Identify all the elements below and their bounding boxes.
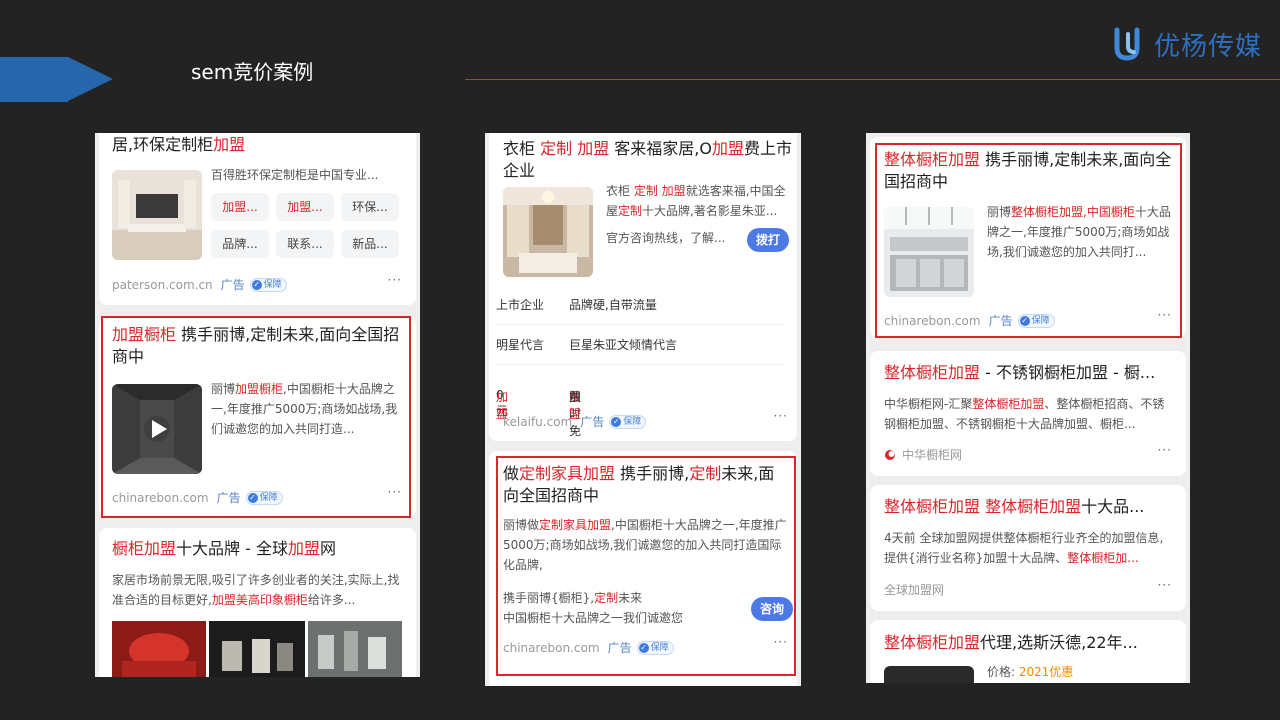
ad-description: 中华橱柜网-汇聚整体橱柜加盟、整体橱柜招商、不锈钢橱柜加盟、不锈钢橱柜十大品牌加… [884, 397, 1165, 431]
ad-image-strip[interactable] [112, 621, 402, 677]
sitelink-tag-4[interactable]: 品牌... [211, 230, 269, 258]
right-ad-card-1[interactable]: 整体橱柜加盟 携手丽博,定制未来,面向全国招商中 丽博整体橱柜加盟,中国橱柜十大… [870, 137, 1186, 337]
sitelink-tag-5[interactable]: 联系... [276, 230, 334, 258]
right-phone-screen[interactable]: 整体橱柜加盟 携手丽博,定制未来,面向全国招商中 丽博整体橱柜加盟,中国橱柜十大… [866, 133, 1190, 683]
left-phone-screen[interactable]: 居,环保定制柜加盟 百得胜环保定制柜是中国专业... 加盟... 加盟... 环… [95, 133, 420, 677]
middle-ad-card-2[interactable]: 做定制家具加盟 携手丽博,定制未来,面向全国招商中 丽博做定制家具加盟,中国橱柜… [489, 451, 797, 686]
sub-line-2: 中国橱柜十大品牌之一我们诚邀您 [503, 611, 684, 625]
more-options-icon[interactable]: ··· [774, 635, 788, 649]
ad-source[interactable]: kelaifu.com [503, 415, 572, 429]
feature-row-1[interactable]: 上市企业 品牌硬,自带流量 [496, 284, 785, 325]
right-ad-card-4[interactable]: 整体橱柜加盟代理,选斯沃德,22年... 价格: 2021优惠 [870, 620, 1186, 683]
brand-logo-icon [1114, 27, 1140, 61]
ad-description: 丽博做定制家具加盟,中国橱柜十大品牌之一,年度推广5000万;商场如战场,我们诚… [503, 518, 787, 572]
check-shield-icon: ✓ [638, 642, 649, 653]
ad-title[interactable]: 整体橱柜加盟 整体橱柜加盟十大品... [884, 496, 1174, 518]
ad-source[interactable]: chinarebon.com [112, 491, 209, 505]
left-ad-card-3[interactable]: 橱柜加盟十大品牌 - 全球加盟网 家居市场前景无限,吸引了许多创业者的关注,实际… [99, 528, 416, 677]
ad-title[interactable]: 整体橱柜加盟代理,选斯沃德,22年... [884, 632, 1174, 654]
ad-source-line: chinarebon.com 广告 ✓ 保障 [503, 639, 674, 656]
ad-source-line: paterson.com.cn 广告 ✓ 保障 [112, 276, 287, 293]
slide-title: sem竞价案例 [191, 60, 314, 84]
ad-source-line: chinarebon.com 广告 ✓ 保障 [112, 489, 283, 506]
check-shield-icon: ✓ [1019, 315, 1030, 326]
ad-thumbnail[interactable] [884, 666, 974, 683]
ad-description: 家居市场前景无限,吸引了许多创业者的关注,实际上,找准合适的目标更好,加盟美高印… [112, 573, 400, 607]
ad-title[interactable]: 做定制家具加盟 携手丽博,定制未来,面向全国招商中 [503, 463, 788, 507]
sub-line-1: 携手丽博{橱柜},定制未来 [503, 591, 643, 605]
more-options-icon[interactable]: ··· [388, 485, 402, 499]
right-ad-card-3[interactable]: 整体橱柜加盟 整体橱柜加盟十大品... 4天前 全球加盟网提供整体橱柜行业齐全的… [870, 485, 1186, 611]
guarantee-badge[interactable]: ✓ 保障 [609, 414, 647, 429]
check-shield-icon: ✓ [611, 416, 622, 427]
ad-label: 广告 [220, 278, 245, 292]
title-arrow-head [68, 57, 113, 101]
more-options-icon[interactable]: ··· [774, 409, 788, 423]
ad-title[interactable]: 加盟橱柜 携手丽博,定制未来,面向全国招商中 [112, 324, 402, 368]
ad-source-line: chinarebon.com 广告 ✓ 保障 [884, 312, 1055, 329]
ad-source[interactable]: 全球加盟网 [884, 581, 944, 598]
ad-label: 广告 [607, 641, 632, 655]
ad-description: 丽博整体橱柜加盟,中国橱柜十大品牌之一,年度推广5000万;商场如战场,我们诚邀… [987, 205, 1171, 259]
more-options-icon[interactable]: ··· [1158, 443, 1172, 457]
call-button[interactable]: 拨打 [747, 228, 789, 252]
title-divider [465, 79, 1280, 80]
ad-source[interactable]: chinarebon.com [884, 314, 981, 328]
ad-title[interactable]: 衣柜 定制 加盟 客来福家居,O加盟费上市企业 [503, 138, 793, 182]
check-shield-icon: ✓ [247, 492, 258, 503]
ad-source-line: 全球加盟网 [884, 581, 944, 598]
guarantee-badge[interactable]: ✓ 保障 [1017, 313, 1055, 328]
guarantee-badge[interactable]: ✓ 保障 [245, 490, 283, 505]
sitelink-tag-2[interactable]: 加盟... [276, 193, 334, 221]
right-ad-card-2[interactable]: 整体橱柜加盟 - 不锈钢橱柜加盟 - 橱... 中华橱柜网-汇聚整体橱柜加盟、整… [870, 351, 1186, 476]
ad-source-line: kelaifu.com 广告 ✓ 保障 [503, 413, 647, 430]
feature-row-3[interactable]: 0元加盟限时免除品牌加盟费 [496, 364, 785, 438]
ad-label: 广告 [580, 415, 605, 429]
more-options-icon[interactable]: ··· [1158, 308, 1172, 322]
ad-label: 广告 [216, 491, 241, 505]
brand-logo: 优杨传媒 [1112, 24, 1262, 64]
hotline-text: 官方咨询热线，了解... [606, 231, 726, 245]
ad-source[interactable]: chinarebon.com [503, 641, 600, 655]
feature-row-2[interactable]: 明星代言 巨星朱亚文倾情代言 [496, 324, 785, 365]
ad-description: 丽博加盟橱柜,中国橱柜十大品牌之一,年度推广5000万;商场如战场,我们诚邀您的… [211, 382, 398, 436]
ad-source[interactable]: 中华橱柜网 [902, 446, 962, 463]
brand-logo-text: 优杨传媒 [1154, 31, 1263, 62]
sitelink-tag-6[interactable]: 新品... [341, 230, 399, 258]
sitelink-tag-3[interactable]: 环保... [341, 193, 399, 221]
more-options-icon[interactable]: ··· [1158, 578, 1172, 592]
check-shield-icon: ✓ [251, 279, 262, 290]
ad-thumbnail[interactable] [112, 170, 202, 260]
title-arrow-bar [0, 57, 68, 102]
left-ad-card-1[interactable]: 居,环保定制柜加盟 百得胜环保定制柜是中国专业... 加盟... 加盟... 环… [99, 133, 416, 305]
ad-description: 百得胜环保定制柜是中国专业... [211, 168, 379, 182]
ad-source[interactable]: paterson.com.cn [112, 278, 213, 292]
price-line: 价格: 2021优惠 [987, 665, 1074, 679]
ad-title[interactable]: 整体橱柜加盟 - 不锈钢橱柜加盟 - 橱... [884, 362, 1174, 384]
guarantee-badge[interactable]: ✓ 保障 [636, 640, 674, 655]
ad-title[interactable]: 整体橱柜加盟 携手丽博,定制未来,面向全国招商中 [884, 149, 1174, 193]
ad-description: 4天前 全球加盟网提供整体橱柜行业齐全的加盟信息,提供{消行业名称}加盟十大品牌… [884, 531, 1164, 565]
ad-source-line: 中华橱柜网 [884, 446, 962, 463]
more-options-icon[interactable]: ··· [388, 273, 402, 287]
ad-title[interactable]: 居,环保定制柜加盟 [112, 134, 245, 156]
source-logo-icon [885, 449, 895, 460]
left-ad-card-2[interactable]: 加盟橱柜 携手丽博,定制未来,面向全国招商中 丽博加盟橱柜,中国橱柜十大品牌之一… [99, 317, 416, 517]
sitelink-tag-1[interactable]: 加盟... [211, 193, 269, 221]
ad-video-thumbnail[interactable] [112, 384, 202, 474]
consult-button[interactable]: 咨询 [751, 597, 793, 621]
middle-phone-screen[interactable]: 衣柜 定制 加盟 客来福家居,O加盟费上市企业 衣柜 定制 加盟就选客来福,中国… [485, 133, 801, 686]
middle-ad-card-1[interactable]: 衣柜 定制 加盟 客来福家居,O加盟费上市企业 衣柜 定制 加盟就选客来福,中国… [489, 133, 797, 441]
ad-label: 广告 [988, 314, 1013, 328]
ad-thumbnail[interactable] [884, 207, 974, 297]
ad-thumbnail[interactable] [503, 187, 593, 277]
ad-title[interactable]: 橱柜加盟十大品牌 - 全球加盟网 [112, 538, 336, 560]
ad-description: 衣柜 定制 加盟就选客来福,中国全屋定制十大品牌,著名影星朱亚... [606, 184, 786, 218]
guarantee-badge[interactable]: ✓ 保障 [249, 277, 287, 292]
